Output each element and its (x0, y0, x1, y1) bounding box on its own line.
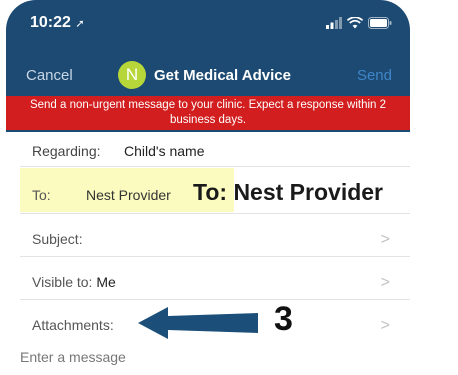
status-icons (326, 17, 392, 29)
chevron-right-icon: > (380, 231, 390, 248)
chevron-right-icon: > (380, 317, 390, 334)
visible-to-label: Visible to: Me (32, 274, 116, 290)
cancel-button[interactable]: Cancel (26, 67, 73, 84)
wifi-icon (347, 17, 363, 29)
step-number-annotation: 3 (274, 300, 293, 338)
to-callout-annotation: To: Nest Provider (193, 179, 383, 205)
message-input[interactable]: Enter a message (20, 349, 126, 365)
subject-row[interactable]: Subject: > (20, 214, 410, 257)
visible-to-row[interactable]: Visible to: Me > (20, 257, 410, 300)
regarding-label: Regarding: (32, 143, 101, 159)
nav-title-group: N Get Medical Advice (118, 60, 291, 90)
send-button[interactable]: Send (357, 67, 392, 84)
chevron-right-icon: > (380, 274, 390, 291)
arrow-left-icon (138, 307, 258, 339)
notice-banner: Send a non-urgent message to your clinic… (6, 96, 410, 130)
regarding-row[interactable]: Regarding: Child's name (20, 134, 410, 167)
nav-bar: Cancel N Get Medical Advice Send (6, 58, 410, 92)
signal-icon (326, 17, 342, 29)
subject-label: Subject: (32, 231, 83, 247)
regarding-value: Child's name (124, 143, 205, 159)
to-value: Nest Provider (86, 187, 171, 203)
attachments-label: Attachments: (32, 317, 114, 333)
page-title: Get Medical Advice (154, 66, 291, 84)
status-bar: 10:22 ➚ (6, 14, 410, 36)
status-time-text: 10:22 (30, 14, 71, 31)
battery-icon (368, 17, 392, 29)
location-arrow-icon: ➚ (75, 18, 85, 30)
to-label: To: (32, 187, 51, 203)
visible-to-label-text: Visible to: (32, 274, 93, 290)
visible-to-value: Me (96, 274, 116, 290)
avatar: N (118, 61, 146, 89)
status-time: 10:22 ➚ (30, 14, 85, 32)
